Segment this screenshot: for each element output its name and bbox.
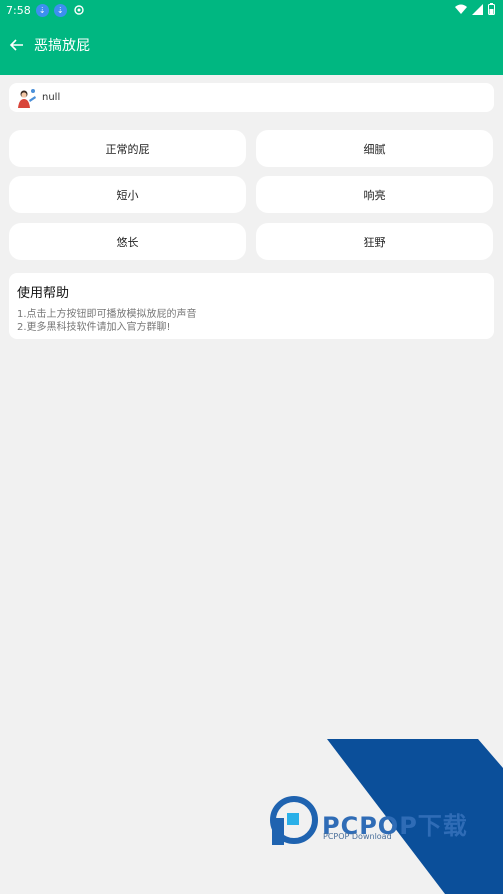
settings-gear-icon xyxy=(74,5,84,15)
notification-icon: ⇣ xyxy=(35,3,49,17)
status-bar: 7:58 ⇣ ⇣ xyxy=(0,0,503,20)
help-card: 使用帮助 1.点击上方按钮即可播放模拟放屁的声音 2.更多黑科技软件请加入官方群… xyxy=(9,273,494,339)
watermark-sub: PCPOP Download xyxy=(323,832,392,841)
sound-button-long[interactable]: 悠长 xyxy=(9,223,246,260)
sound-button-wild[interactable]: 狂野 xyxy=(256,223,493,260)
battery-icon xyxy=(488,3,495,15)
avatar xyxy=(18,88,36,108)
username: null xyxy=(42,92,61,103)
help-line-2: 2.更多黑科技软件请加入官方群聊! xyxy=(17,322,171,333)
watermark-brand: PCPOP下载 xyxy=(322,812,468,840)
status-indicators xyxy=(455,3,495,15)
sound-button-short[interactable]: 短小 xyxy=(9,176,246,213)
page-title: 恶搞放屁 xyxy=(34,38,90,54)
signal-icon xyxy=(472,3,483,15)
sound-button-delicate[interactable]: 细腻 xyxy=(256,130,493,167)
wifi-icon xyxy=(455,4,467,14)
user-card: null xyxy=(9,83,494,112)
back-arrow-icon[interactable] xyxy=(9,37,25,53)
toolbar: 恶搞放屁 xyxy=(0,29,503,61)
help-title: 使用帮助 xyxy=(17,286,70,301)
status-time: 7:58 xyxy=(6,3,31,17)
sound-button-normal[interactable]: 正常的屁 xyxy=(9,130,246,167)
download-icon: ⇣ xyxy=(53,3,67,17)
app-bar: 7:58 ⇣ ⇣ 恶搞放屁 xyxy=(0,0,503,75)
sound-button-loud[interactable]: 响亮 xyxy=(256,176,493,213)
